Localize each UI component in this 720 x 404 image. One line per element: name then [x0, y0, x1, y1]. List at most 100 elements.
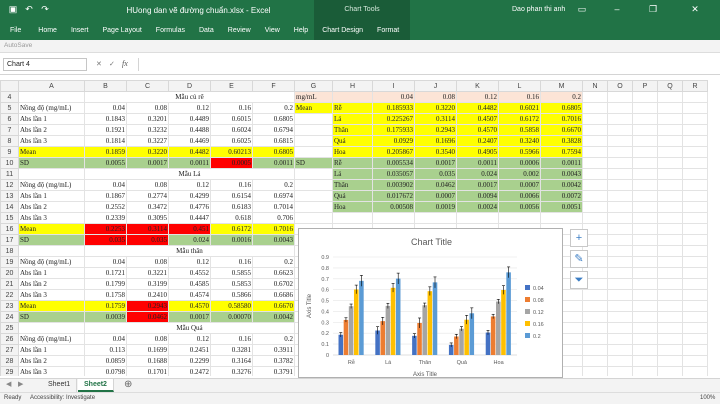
cell-Q6[interactable] [657, 113, 683, 125]
cell-L7[interactable]: 0.5858 [498, 124, 541, 136]
cell-E9[interactable]: 0.60213 [210, 146, 253, 158]
cell-O27[interactable] [607, 344, 633, 356]
cell-D12[interactable]: 0.12 [168, 179, 211, 191]
maximize-icon[interactable]: ❐ [646, 4, 660, 15]
column-header[interactable]: M [540, 80, 583, 92]
cell-O22[interactable] [607, 289, 633, 301]
row-header[interactable]: 12 [0, 179, 19, 191]
cell-Q25[interactable] [657, 322, 683, 334]
chart-object[interactable]: 0 0.1 0.2 0.3 0.4 0.5 0.6 0.7 0.8 0.9 Rễ Lá Thân Quả H… [298, 228, 563, 378]
cell-D27[interactable]: 0.2451 [168, 344, 211, 356]
cell-N11[interactable] [582, 168, 608, 180]
cell-A12[interactable]: Nồng độ (mg/mL) [18, 179, 85, 191]
cell-Q23[interactable] [657, 300, 683, 312]
bar-0.08-Quả[interactable] [454, 336, 459, 355]
cell-A22[interactable]: Abs lần 3 [18, 289, 85, 301]
cell-F26[interactable]: 0.2 [252, 333, 295, 345]
cell-Q27[interactable] [657, 344, 683, 356]
cell-B21[interactable]: 0.1799 [84, 278, 127, 290]
cell-P15[interactable] [632, 212, 658, 224]
cell-P10[interactable] [632, 157, 658, 169]
cell-D6[interactable]: 0.4489 [168, 113, 211, 125]
column-header[interactable]: O [607, 80, 633, 92]
cell-M8[interactable]: 0.3828 [540, 135, 583, 147]
row-header[interactable]: 20 [0, 267, 19, 279]
cell-H10[interactable]: Rễ [332, 157, 373, 169]
cell-D24[interactable]: 0.0017 [168, 311, 211, 323]
cell-G13[interactable] [294, 190, 333, 202]
column-header[interactable]: D [168, 80, 211, 92]
cell-Q22[interactable] [657, 289, 683, 301]
bar-0.16-Lá[interactable] [390, 287, 396, 355]
cell-B4[interactable]: Mẫu củ rẽ [84, 91, 295, 103]
cell-A13[interactable]: Abs lần 1 [18, 190, 85, 202]
cell-I12[interactable]: 0.003902 [372, 179, 415, 191]
cell-L11[interactable]: 0.002 [498, 168, 541, 180]
cell-Q19[interactable] [657, 256, 683, 268]
cell-P18[interactable] [632, 245, 658, 257]
cell-A25[interactable] [18, 322, 85, 334]
row-header[interactable]: 26 [0, 333, 19, 345]
cell-R15[interactable] [682, 212, 708, 224]
cell-G12[interactable] [294, 179, 333, 191]
cell-D13[interactable]: 0.4299 [168, 190, 211, 202]
cell-B17[interactable]: 0.035 [84, 234, 127, 246]
cell-L15[interactable] [498, 212, 541, 224]
cell-H4[interactable] [332, 91, 373, 103]
cell-R24[interactable] [682, 311, 708, 323]
cell-L5[interactable]: 0.6021 [498, 102, 541, 114]
bar-0.08-Rễ[interactable] [343, 319, 349, 355]
row-header[interactable]: 14 [0, 201, 19, 213]
cell-R11[interactable] [682, 168, 708, 180]
column-header[interactable]: N [582, 80, 608, 92]
cell-J5[interactable]: 0.3220 [414, 102, 457, 114]
cell-N15[interactable] [582, 212, 608, 224]
cell-D5[interactable]: 0.12 [168, 102, 211, 114]
cell-L13[interactable]: 0.0066 [498, 190, 541, 202]
bar-0.12-Lá[interactable] [385, 305, 391, 355]
cell-J9[interactable]: 0.3540 [414, 146, 457, 158]
column-header[interactable]: J [414, 80, 457, 92]
cell-A24[interactable]: SD [18, 311, 85, 323]
cell-A17[interactable]: SD [18, 234, 85, 246]
cell-K12[interactable]: 0.0017 [456, 179, 499, 191]
column-header[interactable]: P [632, 80, 658, 92]
cell-P25[interactable] [632, 322, 658, 334]
cell-F27[interactable]: 0.3911 [252, 344, 295, 356]
tab-view[interactable]: View [258, 24, 287, 40]
cell-B23[interactable]: 0.1759 [84, 300, 127, 312]
sheet-tab-sheet1[interactable]: Sheet1 [42, 379, 78, 392]
cell-M13[interactable]: 0.0072 [540, 190, 583, 202]
cell-B10[interactable]: 0.0055 [84, 157, 127, 169]
minimize-icon[interactable]: – [610, 4, 624, 14]
cell-R12[interactable] [682, 179, 708, 191]
cell-R26[interactable] [682, 333, 708, 345]
cell-D7[interactable]: 0.4488 [168, 124, 211, 136]
cell-N7[interactable] [582, 124, 608, 136]
cell-F16[interactable]: 0.7016 [252, 223, 295, 235]
cell-R25[interactable] [682, 322, 708, 334]
row-header[interactable]: 25 [0, 322, 19, 334]
column-header[interactable]: F [252, 80, 295, 92]
cell-E19[interactable]: 0.16 [210, 256, 253, 268]
cell-D20[interactable]: 0.4552 [168, 267, 211, 279]
cell-A29[interactable]: Abs lần 3 [18, 366, 85, 376]
cell-Q7[interactable] [657, 124, 683, 136]
row-header[interactable]: 8 [0, 135, 19, 147]
cell-G14[interactable] [294, 201, 333, 213]
cell-M6[interactable]: 0.7016 [540, 113, 583, 125]
cell-F20[interactable]: 0.6623 [252, 267, 295, 279]
cell-H12[interactable]: Thân [332, 179, 373, 191]
cell-C8[interactable]: 0.3227 [126, 135, 169, 147]
cell-Q5[interactable] [657, 102, 683, 114]
cell-N28[interactable] [582, 355, 608, 367]
cell-P20[interactable] [632, 267, 658, 279]
cell-R21[interactable] [682, 278, 708, 290]
cell-M5[interactable]: 0.6805 [540, 102, 583, 114]
cell-O18[interactable] [607, 245, 633, 257]
zoom-level[interactable]: 100% [700, 395, 715, 401]
cell-P13[interactable] [632, 190, 658, 202]
cell-N26[interactable] [582, 333, 608, 345]
cell-R6[interactable] [682, 113, 708, 125]
cell-H8[interactable]: Quả [332, 135, 373, 147]
